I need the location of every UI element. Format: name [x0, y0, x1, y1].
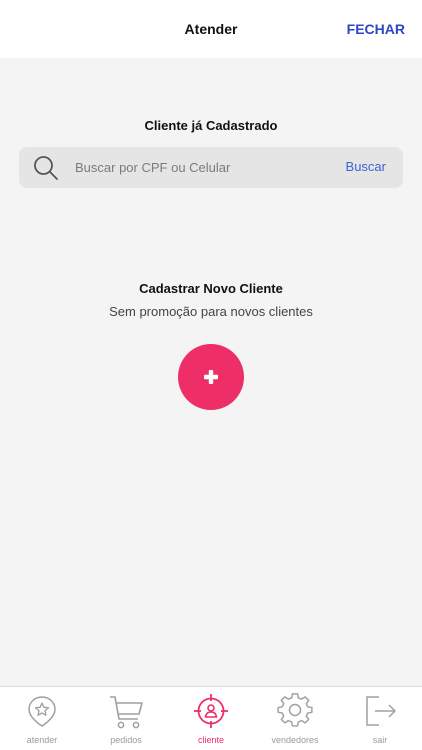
tab-atender[interactable]: atender [0, 687, 84, 750]
tab-cliente[interactable]: cliente [169, 687, 253, 750]
search-input[interactable] [75, 147, 325, 188]
tab-pedidos[interactable]: pedidos [84, 687, 168, 750]
gear-icon [277, 693, 313, 727]
tab-label: sair [372, 735, 388, 745]
tab-label: vendedores [271, 735, 319, 745]
plus-icon [204, 370, 218, 384]
top-bar: Atender FECHAR [0, 0, 422, 58]
tab-label: cliente [197, 735, 224, 745]
tab-bar: atender pedidos cliente vendedores sair [0, 686, 422, 750]
search-button[interactable]: Buscar [346, 159, 386, 174]
exit-icon [366, 696, 396, 726]
cart-icon [110, 696, 143, 729]
search-bar: Buscar [19, 147, 403, 188]
client-target-icon [194, 694, 228, 728]
tab-sair[interactable]: sair [338, 687, 422, 750]
tab-label: pedidos [110, 735, 142, 745]
search-icon [34, 156, 58, 180]
tab-label: atender [26, 735, 58, 745]
add-client-button[interactable] [178, 344, 244, 410]
tab-vendedores[interactable]: vendedores [253, 687, 337, 750]
new-client-subtitle: Sem promoção para novos clientes [109, 304, 313, 319]
close-button[interactable]: FECHAR [347, 21, 405, 37]
new-client-title: Cadastrar Novo Cliente [139, 281, 283, 296]
star-pin-icon [28, 696, 56, 727]
existing-client-title: Cliente já Cadastrado [144, 118, 278, 133]
